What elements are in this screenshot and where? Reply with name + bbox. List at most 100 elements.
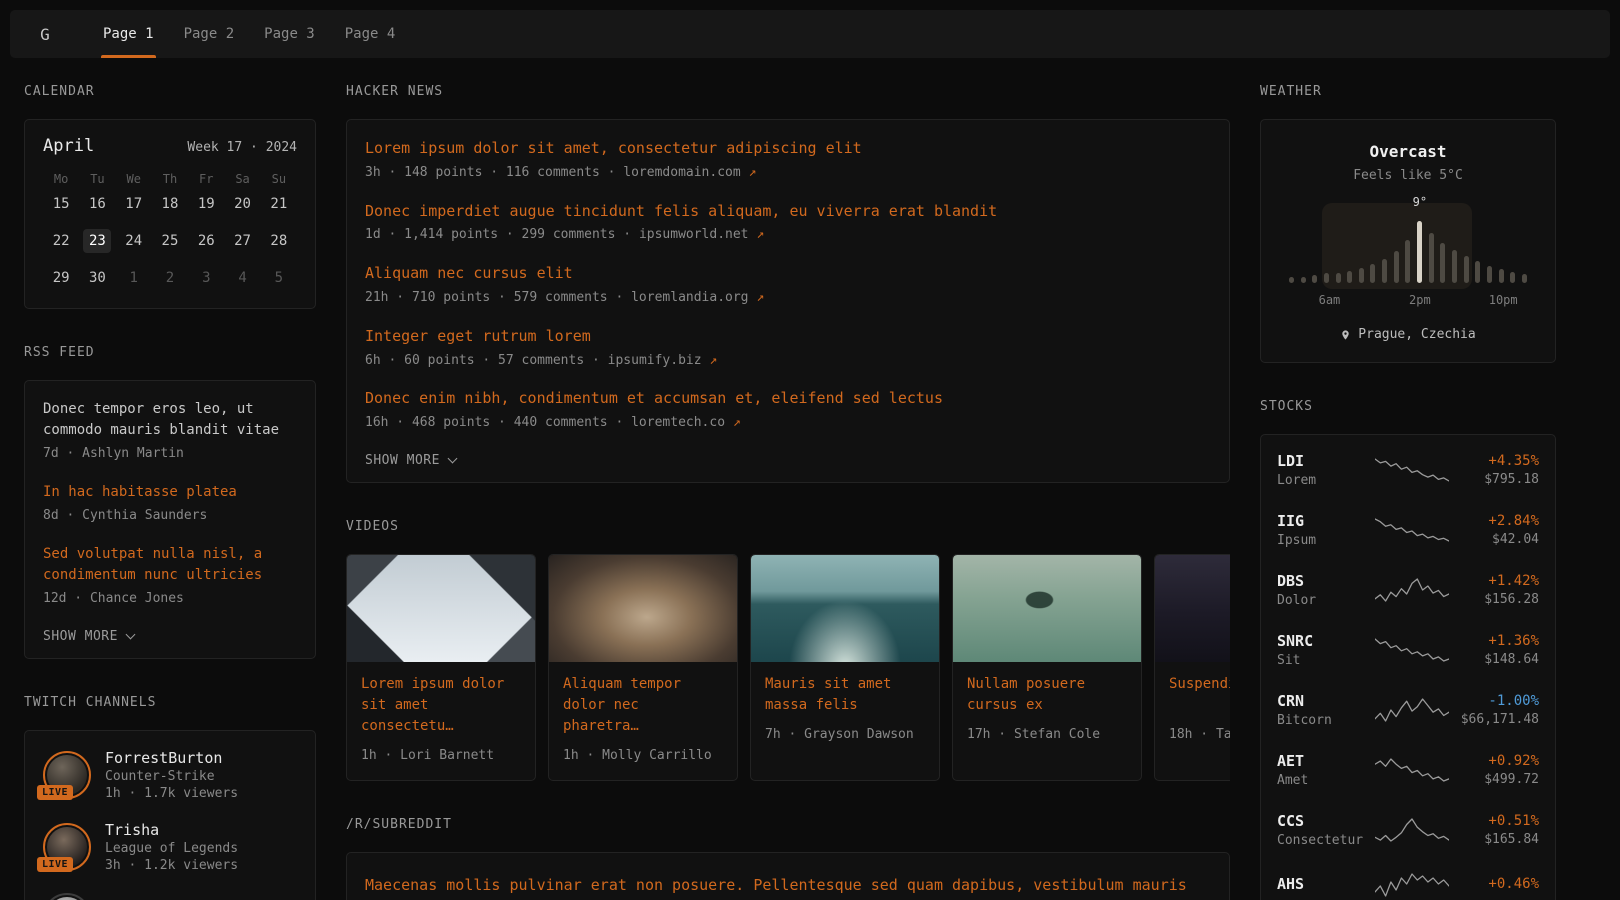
twitch-channel[interactable]: KendallCarr	[43, 893, 297, 900]
video-card[interactable]: Aliquam tempor dolor nec pharetra…1h · M…	[548, 554, 738, 781]
hn-item-meta: 21h · 710 points · 579 comments · loreml…	[365, 289, 1211, 308]
hn-item: Aliquam nec cursus elit 21h · 710 points …	[365, 263, 1211, 308]
rss-item-title[interactable]: Sed volutpat nulla nisl, a condimentum n…	[43, 544, 297, 586]
stock-info: CRNBitcorn	[1277, 692, 1373, 728]
stock-change: +4.35%	[1451, 453, 1539, 469]
video-body: Suspendisse diam18h · Tara	[1155, 662, 1230, 780]
stock-sparkline	[1373, 577, 1451, 603]
stock-change: -1.00%	[1451, 693, 1539, 709]
stock-ticker: DBS	[1277, 572, 1373, 590]
rss-item-title[interactable]: Donec tempor eros leo, ut commodo mauris…	[43, 399, 297, 441]
video-card[interactable]: Mauris sit amet massa felis7h · Grayson …	[750, 554, 940, 781]
hn-item-domain[interactable]: ipsumify.biz ↗	[608, 353, 718, 368]
stock-values: -1.00%$66,171.48	[1451, 693, 1539, 727]
stock-ticker: AET	[1277, 752, 1373, 770]
tab-page-4[interactable]: Page 4	[330, 10, 411, 58]
stock-sparkline-chart	[1375, 872, 1449, 898]
hn-item-title[interactable]: Aliquam nec cursus elit	[365, 263, 1211, 285]
rss-item-title[interactable]: In hac habitasse platea	[43, 482, 297, 503]
tab-page-3[interactable]: Page 3	[249, 10, 330, 58]
stock-sparkline	[1373, 457, 1451, 483]
hn-item-title[interactable]: Donec imperdiet augue tincidunt felis al…	[365, 201, 1211, 223]
stock-change: +0.92%	[1451, 753, 1539, 769]
stocks-section-title: STOCKS	[1260, 399, 1556, 414]
calendar-days: 1516171819202122232425262728293012345	[43, 192, 297, 290]
weather-bar	[1336, 273, 1341, 283]
stock-change: +2.84%	[1451, 513, 1539, 529]
tab-page-1[interactable]: Page 1	[88, 10, 169, 58]
stock-info: IIGIpsum	[1277, 512, 1373, 548]
hackernews-show-more-button[interactable]: SHOW MORE	[365, 453, 456, 468]
weather-section-title: WEATHER	[1260, 84, 1556, 99]
tab-page-2[interactable]: Page 2	[169, 10, 250, 58]
video-thumbnail	[751, 555, 939, 662]
hackernews-list: Lorem ipsum dolor sit amet, consectetur …	[365, 138, 1211, 433]
hn-item-domain[interactable]: loremlandia.org ↗	[631, 290, 764, 305]
stock-info: LDILorem	[1277, 452, 1373, 488]
hn-item-meta: 6h · 60 points · 57 comments · ipsumify.…	[365, 352, 1211, 371]
weather-bar	[1289, 277, 1294, 283]
stock-sparkline	[1373, 872, 1451, 898]
rss-section: RSS FEED Donec tempor eros leo, ut commo…	[24, 345, 316, 659]
avatar-image	[47, 897, 87, 900]
hn-item-domain[interactable]: ipsumworld.net ↗	[639, 227, 764, 242]
weather-time-label: 10pm	[1489, 293, 1518, 307]
hn-item-title[interactable]: Integer eget rutrum lorem	[365, 326, 1211, 348]
hackernews-section: HACKER NEWS Lorem ipsum dolor sit amet, …	[346, 84, 1230, 483]
stock-name: Consectetur	[1277, 833, 1373, 848]
top-bar: G Page 1Page 2Page 3Page 4	[10, 10, 1610, 58]
rss-show-more-button[interactable]: SHOW MORE	[43, 629, 134, 644]
video-card[interactable]: Suspendisse diam18h · Tara	[1154, 554, 1230, 781]
twitch-channel[interactable]: LIVETrishaLeague of Legends3h · 1.2k vie…	[43, 821, 297, 873]
hn-item-title[interactable]: Lorem ipsum dolor sit amet, consectetur …	[365, 138, 1211, 160]
hn-item: Integer eget rutrum lorem 6h · 60 points …	[365, 326, 1211, 371]
hn-item: Donec imperdiet augue tincidunt felis al…	[365, 201, 1211, 246]
weather-section: WEATHER Overcast Feels like 5°C 9° 6am2p…	[1260, 84, 1556, 363]
stock-name: Ipsum	[1277, 533, 1373, 548]
stock-name: Dolor	[1277, 593, 1373, 608]
stock-ticker: SNRC	[1277, 632, 1373, 650]
video-card[interactable]: Nullam posuere cursus ex17h · Stefan Col…	[952, 554, 1142, 781]
video-body: Nullam posuere cursus ex17h · Stefan Col…	[953, 662, 1141, 780]
calendar-day: 28	[265, 229, 293, 253]
weather-time-label: 2pm	[1409, 293, 1431, 307]
weather-bar	[1382, 259, 1387, 283]
video-body: Mauris sit amet massa felis7h · Grayson …	[751, 662, 939, 780]
reddit-post-title[interactable]: Maecenas mollis pulvinar erat non posuer…	[365, 873, 1211, 900]
weather-feels-like: Feels like 5°C	[1279, 168, 1537, 183]
rss-item: In hac habitasse platea8d · Cynthia Saun…	[43, 482, 297, 526]
calendar-day-header: Su	[272, 172, 286, 186]
twitch-channel[interactable]: LIVEForrestBurtonCounter-Strike1h · 1.7k…	[43, 749, 297, 801]
videos-section: VIDEOS Lorem ipsum dolor sit amet consec…	[346, 519, 1230, 781]
calendar-month: April	[43, 136, 94, 156]
hn-item-title[interactable]: Donec enim nibh, condimentum et accumsan…	[365, 388, 1211, 410]
weather-bar	[1359, 268, 1364, 283]
rss-widget: Donec tempor eros leo, ut commodo mauris…	[24, 380, 316, 659]
stock-sparkline	[1373, 637, 1451, 663]
stock-name: Lorem	[1277, 473, 1373, 488]
twitch-viewers: 3h · 1.2k viewers	[105, 858, 238, 873]
video-meta: 17h · Stefan Cole	[967, 726, 1127, 745]
stock-row: CRNBitcorn -1.00%$66,171.48	[1261, 680, 1555, 740]
hn-item-domain[interactable]: loremtech.co ↗	[631, 415, 741, 430]
weather-bar	[1522, 274, 1527, 283]
external-link-icon: ↗	[709, 353, 717, 368]
stock-sparkline-chart	[1375, 697, 1449, 723]
stock-row: IIGIpsum+2.84%$42.04	[1261, 500, 1555, 560]
rss-item: Sed volutpat nulla nisl, a condimentum n…	[43, 544, 297, 609]
middle-column: HACKER NEWS Lorem ipsum dolor sit amet, …	[346, 84, 1230, 900]
stock-sparkline-chart	[1375, 637, 1449, 663]
weather-time-labels: 6am2pm10pm	[1289, 293, 1527, 309]
video-card[interactable]: Lorem ipsum dolor sit amet consectetu…1h…	[346, 554, 536, 781]
hn-item-domain[interactable]: loremdomain.com ↗	[623, 165, 756, 180]
weather-bar	[1347, 271, 1352, 283]
hn-item-meta: 3h · 148 points · 116 comments · loremdo…	[365, 164, 1211, 183]
subreddit-section-title: /R/SUBREDDIT	[346, 817, 1230, 832]
videos-list: Lorem ipsum dolor sit amet consectetu…1h…	[346, 554, 1230, 781]
stock-sparkline-chart	[1375, 757, 1449, 783]
stock-info: CCSConsectetur	[1277, 812, 1373, 848]
calendar-day: 23	[83, 229, 111, 253]
external-link-icon: ↗	[756, 227, 764, 242]
video-body: Lorem ipsum dolor sit amet consectetu…1h…	[347, 662, 535, 780]
hackernews-widget: Lorem ipsum dolor sit amet, consectetur …	[346, 119, 1230, 483]
